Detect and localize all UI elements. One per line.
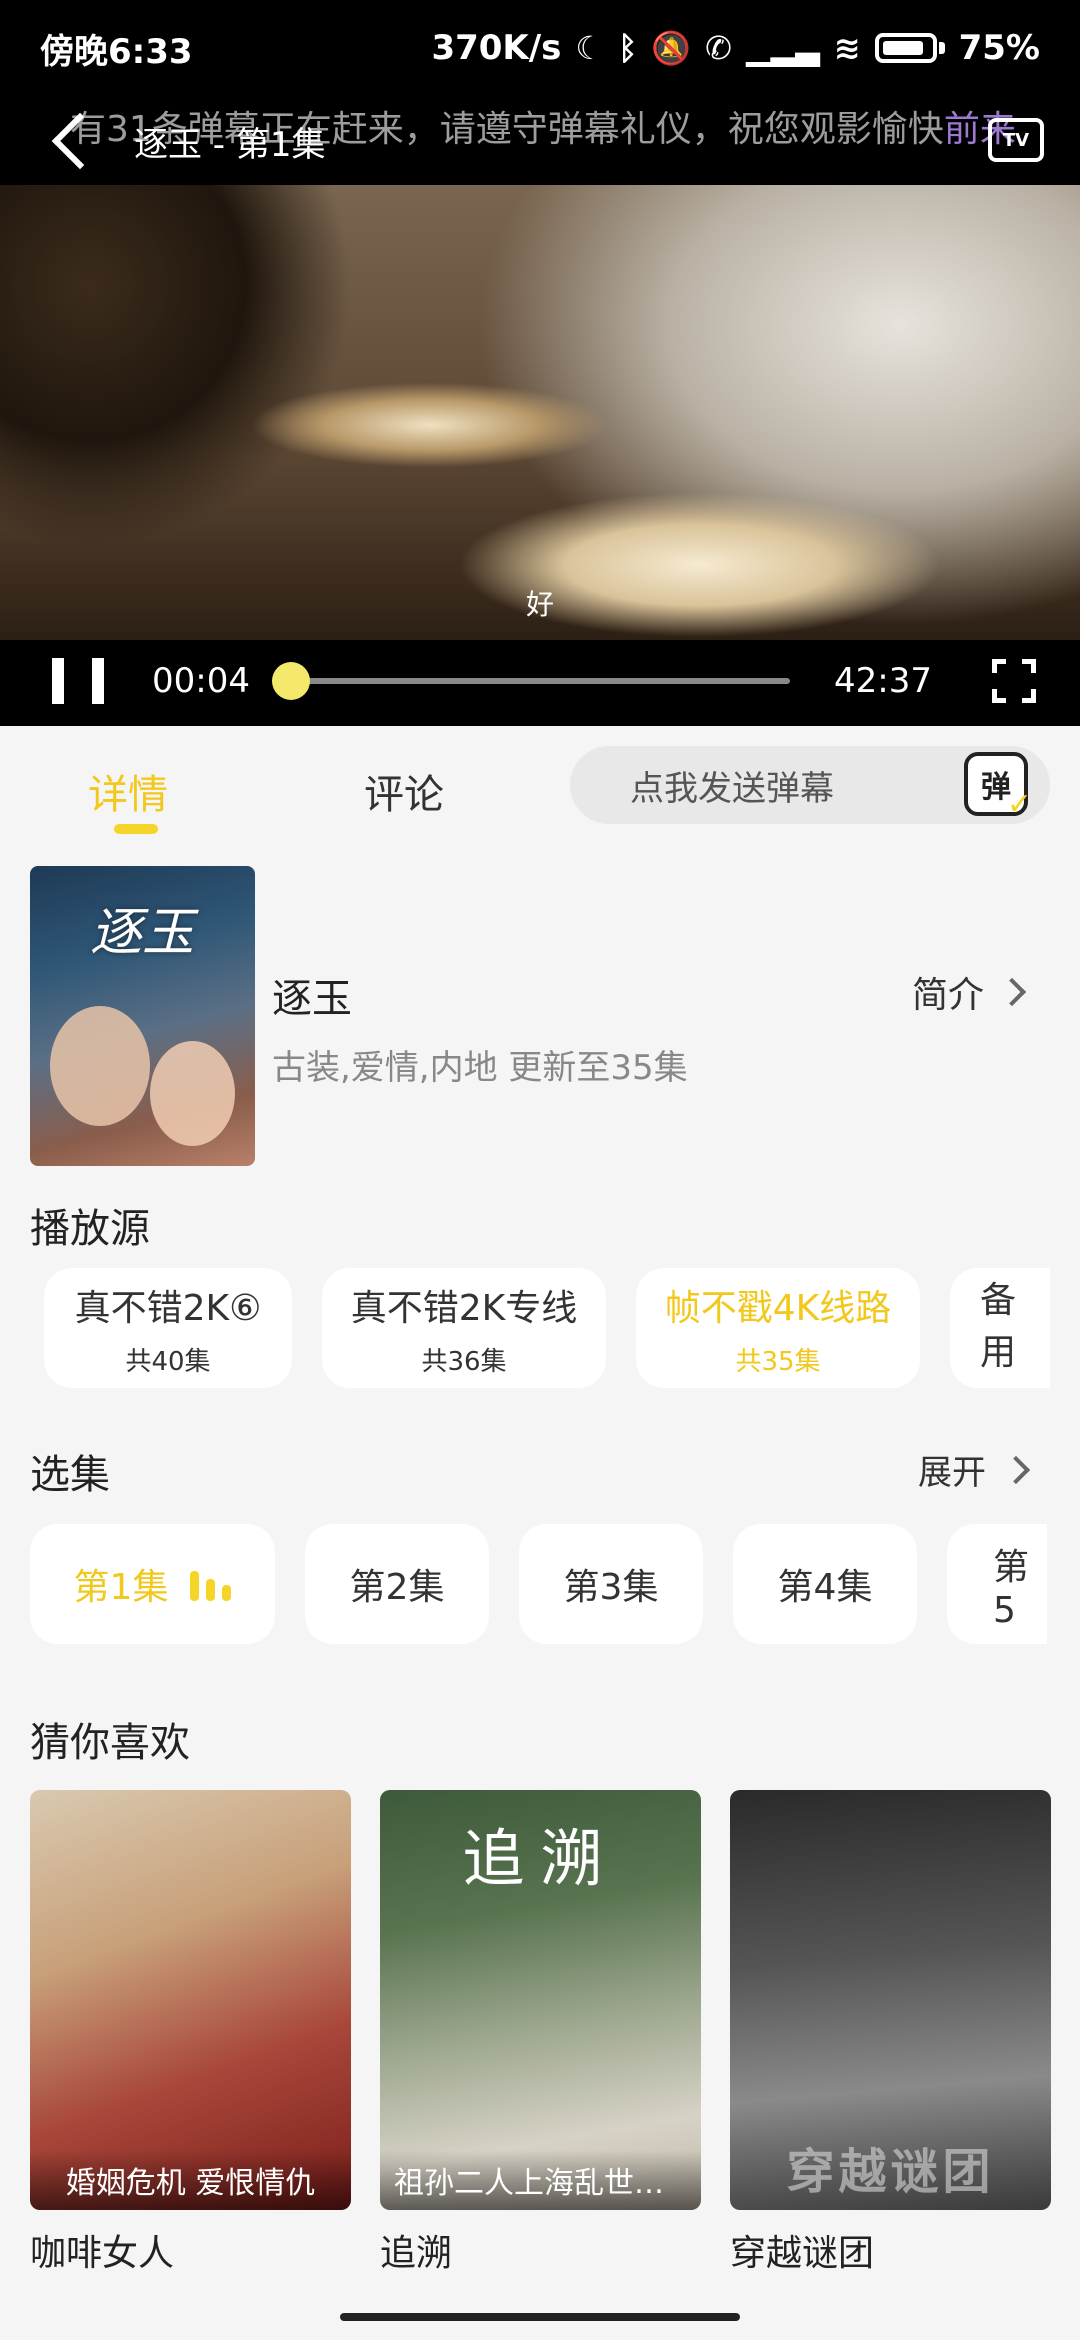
source-list: 真不错2K⑥ 共40集 真不错2K专线 共36集 帧不戳4K线路 共35集 备用 — [44, 1268, 1050, 1388]
app-root: 傍晚6:33 370K/s ☾ ᛒ 🔕 ✆ ▁▂▃ ≋ 75% 有31条弹幕正在… — [0, 0, 1080, 2340]
episode-label: 第3集 — [563, 1567, 659, 1608]
episode-label: 第5 — [993, 1546, 1030, 1631]
source-name: 真不错2K专线 — [350, 1287, 578, 1329]
recommend-item[interactable]: 婚姻危机 爱恨情仇 咖啡女人 — [30, 1790, 351, 2276]
player-topbar: 逐玉 - 第1集 — [0, 96, 1080, 186]
status-time: 傍晚6:33 — [40, 31, 193, 72]
drama-title: 逐玉 — [272, 976, 352, 1022]
status-bar: 傍晚6:33 370K/s ☾ ᛒ 🔕 ✆ ▁▂▃ ≋ 75% — [0, 0, 1080, 96]
poster-title: 穿越谜团 — [786, 2144, 995, 2200]
video-frame[interactable] — [0, 185, 1080, 640]
pause-icon[interactable] — [52, 658, 104, 704]
battery-cap — [938, 42, 945, 54]
poster-title: 逐玉 — [90, 903, 195, 963]
tab-details[interactable]: 详情 — [88, 762, 168, 834]
recommend-title: 猜你喜欢 — [30, 1720, 190, 1766]
danmaku-placeholder: 点我发送弹幕 — [630, 768, 834, 809]
now-playing-icon — [190, 1567, 232, 1601]
source-count: 共35集 — [735, 1346, 821, 1377]
tab-comments[interactable]: 评论 — [364, 762, 444, 820]
tv-label: TV — [1002, 129, 1030, 151]
source-name: 备用 — [980, 1280, 1017, 1373]
chevron-right-icon — [997, 977, 1027, 1007]
video-subtitle: 好 — [525, 588, 554, 621]
detail-tabs: 详情 评论 点我发送弹幕 弹 — [0, 726, 1080, 856]
moon-icon: ☾ — [575, 29, 605, 67]
recommend-caption: 祖孙二人上海乱世… — [380, 2150, 701, 2210]
episode-card[interactable]: 第5 — [947, 1524, 1047, 1644]
battery-icon — [874, 33, 937, 63]
wifi-icon: ≋ — [833, 29, 861, 67]
recommend-poster[interactable]: 追溯 祖孙二人上海乱世… — [380, 1790, 701, 2210]
recommend-title-text: 追溯 — [380, 2233, 453, 2274]
episode-list: 第1集 第2集 第3集 第4集 第5 — [30, 1524, 1047, 1644]
recommend-item[interactable]: 穿越谜团 穿越谜团 — [730, 1790, 1051, 2276]
chevron-right-icon — [1001, 1455, 1031, 1484]
source-card-active[interactable]: 帧不戳4K线路 共35集 — [636, 1268, 920, 1388]
sources-title: 播放源 — [30, 1206, 150, 1252]
intro-label: 简介 — [912, 975, 985, 1016]
recommend-item[interactable]: 追溯 祖孙二人上海乱世… 追溯 — [380, 1790, 701, 2276]
recommend-title-text: 咖啡女人 — [30, 2233, 175, 2274]
source-count: 共36集 — [421, 1346, 507, 1377]
episode-label: 第2集 — [349, 1567, 445, 1608]
danmaku-button-label: 弹 — [981, 770, 1011, 805]
episodes-title: 选集 — [30, 1452, 110, 1498]
current-time: 00:04 — [152, 661, 250, 701]
episode-label: 第4集 — [777, 1567, 873, 1608]
episode-card[interactable]: 第4集 — [733, 1524, 917, 1644]
back-arrow-icon[interactable] — [51, 112, 109, 170]
recommend-caption: 婚姻危机 爱恨情仇 — [30, 2150, 351, 2210]
episode-card[interactable]: 第2集 — [305, 1524, 489, 1644]
episode-label: 第1集 — [73, 1567, 169, 1608]
source-card[interactable]: 真不错2K专线 共36集 — [322, 1268, 606, 1388]
source-name: 真不错2K⑥ — [74, 1287, 262, 1329]
poster-figure — [50, 1006, 150, 1126]
recommend-list: 婚姻危机 爱恨情仇 咖啡女人 追溯 祖孙二人上海乱世… 追溯 穿越谜团 穿越谜团 — [30, 1790, 1051, 2276]
player-controls: 00:04 42:37 — [0, 636, 1080, 726]
video-player[interactable]: 傍晚6:33 370K/s ☾ ᛒ 🔕 ✆ ▁▂▃ ≋ 75% 有31条弹幕正在… — [0, 0, 1080, 726]
drama-meta: 古装,爱情,内地 更新至35集 — [272, 1048, 688, 1088]
video-title: 逐玉 - 第1集 — [134, 124, 326, 165]
recommend-title-text: 穿越谜团 — [730, 2233, 875, 2274]
danmaku-toggle-icon[interactable]: 弹 — [964, 752, 1032, 822]
recommend-poster[interactable]: 婚姻危机 爱恨情仇 — [30, 1790, 351, 2210]
seek-bar[interactable] — [271, 662, 790, 700]
episode-card[interactable]: 第3集 — [519, 1524, 703, 1644]
recommend-poster[interactable]: 穿越谜团 — [730, 1790, 1051, 2210]
source-card[interactable]: 真不错2K⑥ 共40集 — [44, 1268, 292, 1388]
poster-title: 追溯 — [462, 1822, 619, 1895]
fullscreen-icon[interactable] — [991, 659, 1036, 703]
bluetooth-icon: ᛒ — [618, 29, 638, 67]
call-icon: ✆ — [705, 29, 732, 67]
drama-poster[interactable]: 逐玉 — [30, 866, 255, 1166]
status-icons: 370K/s ☾ ᛒ 🔕 ✆ ▁▂▃ ≋ 75% — [431, 28, 1040, 68]
home-indicator[interactable] — [340, 2313, 740, 2321]
intro-link[interactable]: 简介 — [912, 966, 1027, 1018]
expand-label: 展开 — [918, 1453, 986, 1493]
source-name: 帧不戳4K线路 — [664, 1287, 892, 1329]
signal-icon: ▁▂▃ — [745, 29, 820, 67]
source-card[interactable]: 备用 — [950, 1268, 1050, 1388]
network-speed: 370K/s — [431, 28, 562, 68]
source-count: 共40集 — [125, 1346, 211, 1377]
poster-figure — [150, 1041, 235, 1146]
danmaku-input[interactable]: 点我发送弹幕 弹 — [570, 746, 1050, 824]
total-time: 42:37 — [833, 661, 932, 701]
episode-card-active[interactable]: 第1集 — [30, 1524, 275, 1644]
cast-tv-icon[interactable]: TV — [988, 118, 1044, 162]
battery-level: 75% — [958, 28, 1040, 68]
mute-bell-icon: 🔕 — [651, 29, 692, 67]
expand-episodes-link[interactable]: 展开 — [918, 1445, 1031, 1494]
seek-thumb[interactable] — [271, 662, 310, 700]
